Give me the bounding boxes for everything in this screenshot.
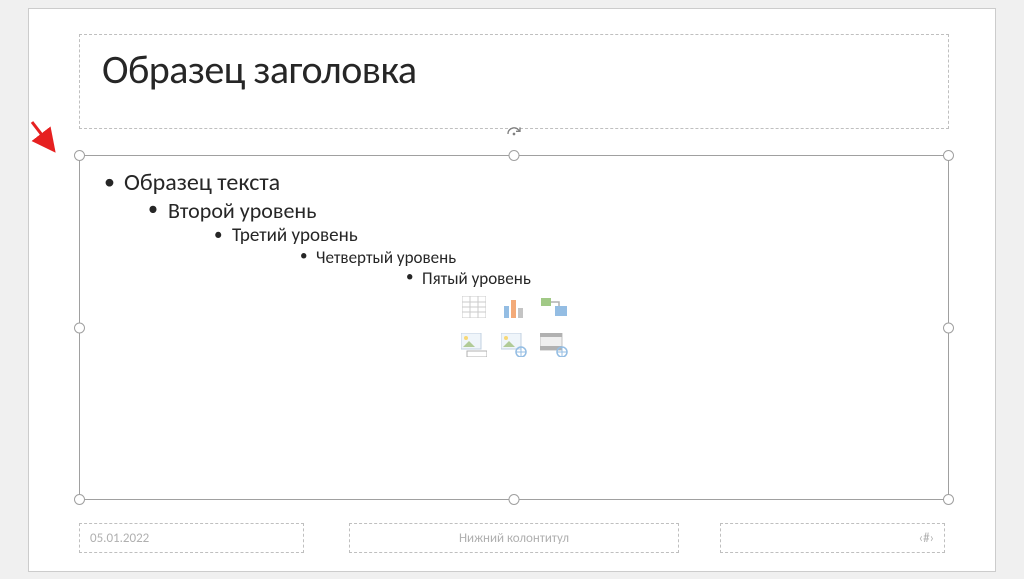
resize-handle-bottom-left[interactable] (74, 494, 85, 505)
insert-online-picture-icon[interactable] (499, 332, 529, 358)
bullet-level-2[interactable]: Второй уровень (168, 197, 317, 224)
footer-center-placeholder[interactable]: Нижний колонтитул (349, 523, 679, 553)
insert-table-icon[interactable] (459, 294, 489, 320)
insert-chart-icon[interactable] (499, 294, 529, 320)
bullet-level-1[interactable]: Образец текста (124, 168, 280, 197)
insert-picture-icon[interactable] (459, 332, 489, 358)
title-text[interactable]: Образец заголовка (102, 45, 926, 94)
resize-handle-bottom-right[interactable] (943, 494, 954, 505)
resize-handle-top-left[interactable] (74, 150, 85, 161)
insert-video-icon[interactable] (539, 332, 569, 358)
bullet-level-3[interactable]: Третий уровень (232, 224, 358, 247)
title-placeholder[interactable]: Образец заголовка (79, 34, 949, 129)
resize-handle-bottom-middle[interactable] (509, 494, 520, 505)
footer-date-placeholder[interactable]: 05.01.2022 (79, 523, 304, 553)
resize-handle-middle-left[interactable] (74, 322, 85, 333)
bullet-list[interactable]: Образец текста Второй уровень Третий уро… (102, 168, 926, 289)
resize-handle-top-right[interactable] (943, 150, 954, 161)
insert-smartart-icon[interactable] (539, 294, 569, 320)
content-inserter (459, 294, 569, 362)
footer-slide-number-placeholder[interactable]: ‹#› (720, 523, 945, 553)
bullet-level-5[interactable]: Пятый уровень (422, 268, 531, 289)
content-placeholder[interactable]: Образец текста Второй уровень Третий уро… (79, 155, 949, 500)
bullet-level-4[interactable]: Четвертый уровень (316, 247, 456, 268)
rotate-handle-icon[interactable] (506, 126, 522, 142)
footer-date-text: 05.01.2022 (90, 531, 149, 546)
footer-slide-number-text: ‹#› (919, 531, 934, 546)
slide-canvas: Образец заголовка Образец текста Второй … (28, 8, 996, 572)
resize-handle-middle-right[interactable] (943, 322, 954, 333)
resize-handle-top-middle[interactable] (509, 150, 520, 161)
footer-center-text: Нижний колонтитул (459, 531, 569, 546)
